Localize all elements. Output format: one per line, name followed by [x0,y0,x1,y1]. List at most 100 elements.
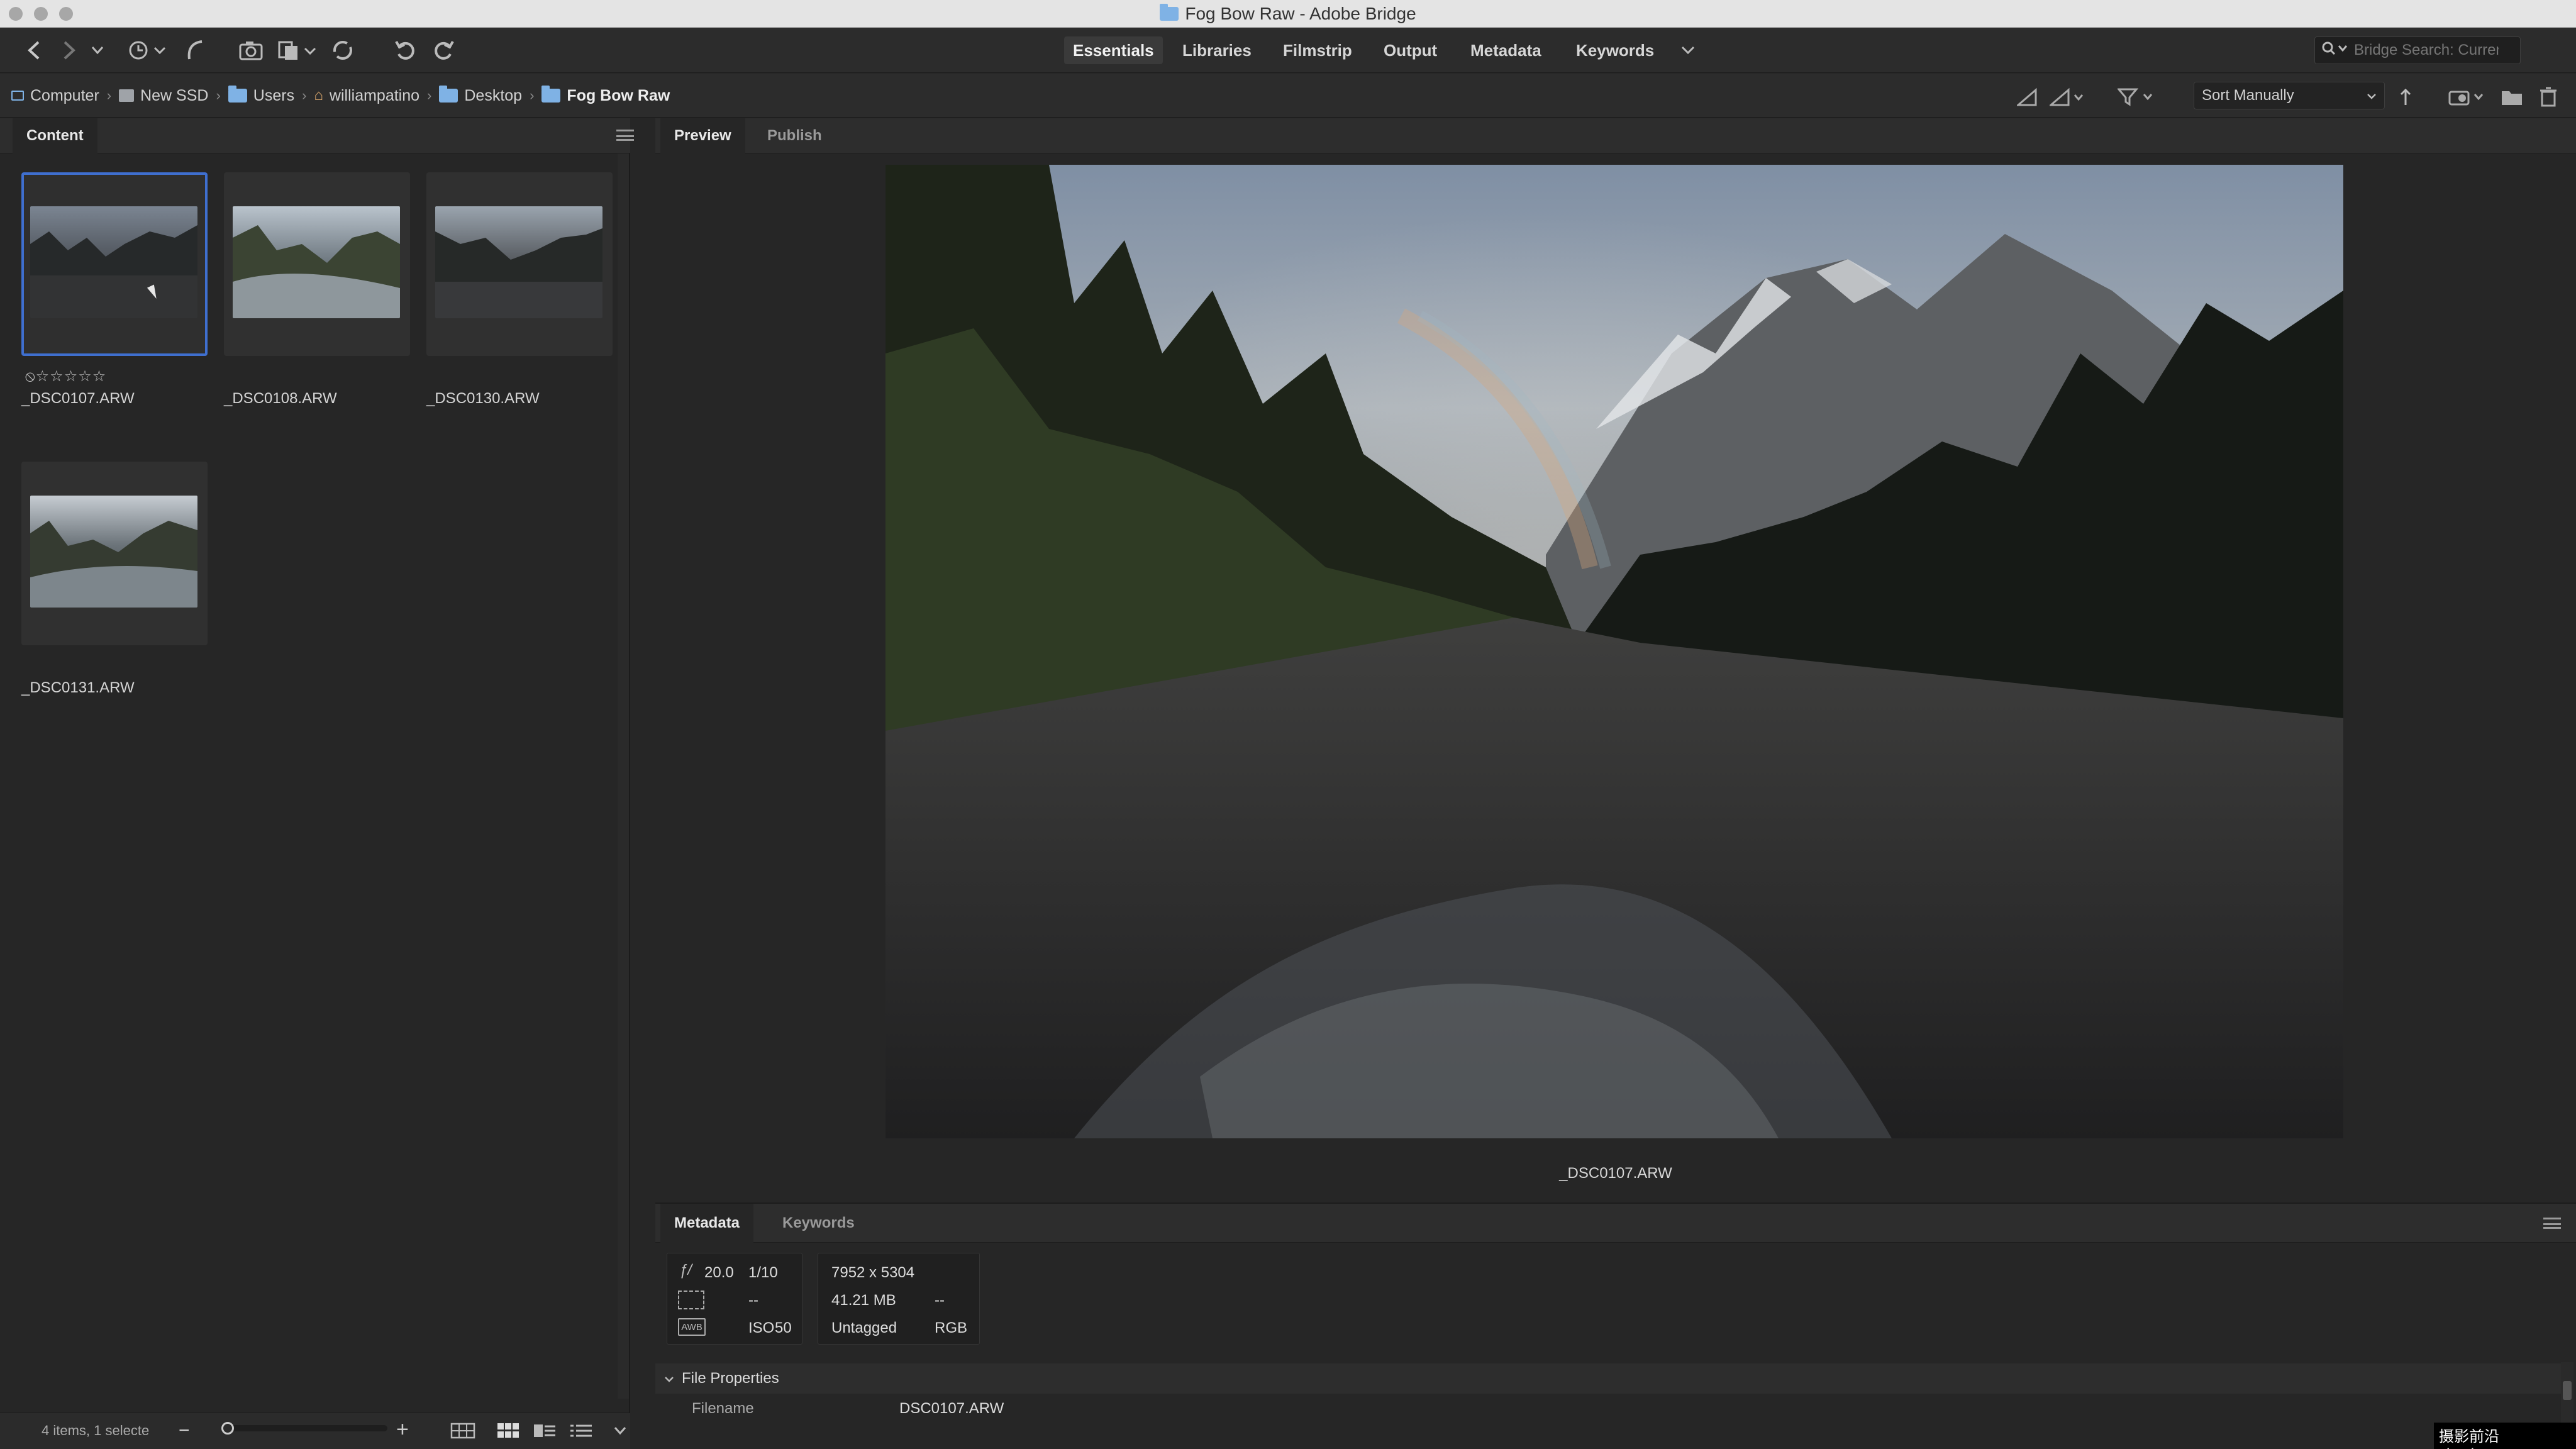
grid-lock-icon[interactable] [450,1423,475,1442]
breadcrumb-williampatino[interactable]: ⌂ williampatino [314,87,419,105]
workspace-tab-essentials[interactable]: Essentials [1064,36,1163,64]
breadcrumb-new-ssd[interactable]: New SSD [119,87,208,105]
thumbnail-quality-icon[interactable] [2049,84,2088,109]
sort-dropdown[interactable]: Sort Manually [2194,82,2385,109]
color-mode-value: RGB [935,1319,968,1336]
filename-label: Filename [692,1400,754,1414]
filename-value: DSC0107.ARW [899,1400,1004,1414]
tab-metadata[interactable]: Metadata [660,1204,754,1243]
zoom-out-icon[interactable]: − [179,1420,190,1441]
breadcrumb-users[interactable]: Users [228,86,294,105]
workspace-tab-metadata[interactable]: Metadata [1462,36,1550,64]
chevron-right-icon: › [216,87,221,103]
sort-label: Sort Manually [2202,87,2294,104]
workspace-more-chevron-icon[interactable] [1677,38,1699,63]
breadcrumb-desktop[interactable]: Desktop [439,86,522,105]
drive-icon [119,89,135,102]
thumbnail-image [30,496,197,608]
details-view-icon[interactable] [533,1423,556,1442]
chevron-right-icon: › [106,87,112,103]
return-to-app-icon[interactable] [182,38,208,63]
folder-icon [541,86,561,103]
metering-value: -- [748,1292,758,1309]
thumbnail-size-slider[interactable] [223,1425,387,1431]
preview-panel-header [655,118,2576,153]
iso-value: 50 [775,1319,792,1336]
breadcrumb: Computer › New SSD › Users › ⌂ williampa… [11,74,670,118]
new-folder-icon[interactable] [2499,84,2524,109]
thumbnail-image [30,206,197,318]
forward-arrow-icon[interactable] [58,38,80,63]
search-field[interactable] [2314,36,2521,64]
folder-icon [228,86,247,103]
back-arrow-icon[interactable] [23,38,45,63]
thumbnail-filename: _DSC0107.ARW [21,390,135,407]
open-recent-icon[interactable] [2448,84,2489,109]
tab-keywords[interactable]: Keywords [769,1204,869,1243]
sort-ascending-arrow-icon[interactable] [2396,84,2415,109]
computer-icon [11,91,24,101]
metadata-panel-menu-icon[interactable] [2543,1218,2561,1229]
reject-icon[interactable]: ⦸ [25,368,36,385]
tab-content[interactable]: Content [13,118,97,153]
aperture-icon: ƒ/ [679,1262,692,1279]
resolution-value: -- [935,1292,945,1309]
file-properties-title: File Properties [682,1370,779,1387]
star-rating-icon[interactable]: ☆☆☆☆☆ [36,368,107,385]
rating-stars[interactable]: ⦸☆☆☆☆☆ [25,367,106,386]
preview-caption: _DSC0107.ARW [1559,1165,1672,1182]
aperture-value: 20.0 [704,1264,734,1281]
chevron-right-icon: › [427,87,432,103]
view-options-chevron-icon[interactable] [614,1426,626,1438]
trash-icon[interactable] [2537,84,2560,109]
search-input[interactable] [2354,42,2499,59]
window-title: Fog Bow Raw - Adobe Bridge [1185,4,1416,23]
zoom-in-icon[interactable]: + [396,1418,409,1442]
content-scrollbar[interactable] [618,153,629,1399]
thumbnail-cell[interactable] [224,172,410,356]
slider-handle[interactable] [221,1422,234,1435]
workspace-tab-filmstrip[interactable]: Filmstrip [1274,36,1361,64]
workspace-tab-libraries[interactable]: Libraries [1174,36,1260,64]
search-icon [2321,41,2348,60]
chevron-right-icon: › [302,87,307,103]
thumbnail-cell[interactable] [21,172,208,356]
workspace-tab-output[interactable]: Output [1375,36,1446,64]
folder-icon [439,86,458,103]
window-title-wrap: Fog Bow Raw - Adobe Bridge [0,0,2576,28]
camera-import-icon[interactable] [238,38,264,63]
color-profile-value: Untagged [831,1319,897,1336]
refine-stack-icon[interactable] [277,38,318,63]
chevron-down-icon[interactable] [88,38,107,63]
thumbnail-image [233,206,400,318]
rotate-left-icon[interactable] [392,38,418,63]
breadcrumb-fog-bow-raw[interactable]: Fog Bow Raw [541,86,670,105]
white-balance-icon: AWB [678,1318,706,1336]
iso-label: ISO [748,1319,775,1336]
quality-icon[interactable] [2016,84,2039,109]
workspace-tab-keywords[interactable]: Keywords [1567,36,1663,64]
content-panel-menu-icon[interactable] [616,130,634,141]
filter-icon[interactable] [2117,84,2158,109]
preview-image[interactable] [886,165,2343,1138]
thumbnail-view-icon[interactable] [497,1423,519,1442]
folder-icon [1160,4,1179,21]
file-properties-section[interactable]: File Properties [655,1363,2561,1394]
file-size-value: 41.21 MB [831,1292,896,1309]
metering-mode-icon [678,1291,704,1309]
shutter-value: 1/10 [748,1264,778,1281]
rotate-right-icon[interactable] [431,38,457,63]
thumbnail-cell[interactable] [21,462,208,645]
tab-publish[interactable]: Publish [753,118,836,153]
breadcrumb-computer[interactable]: Computer [11,87,99,105]
recent-history-icon[interactable] [126,38,169,63]
item-count-status: 4 items, 1 selecte [42,1423,150,1438]
thumbnail-cell[interactable] [426,172,613,356]
chevron-down-icon [2367,87,2377,104]
thumbnail-filename: _DSC0131.ARW [21,679,135,696]
list-view-icon[interactable] [570,1423,592,1442]
metadata-panel-header [655,1202,2576,1243]
thumbnail-filename: _DSC0108.ARW [224,390,337,407]
tab-preview[interactable]: Preview [660,118,745,153]
sync-icon[interactable] [330,38,356,63]
